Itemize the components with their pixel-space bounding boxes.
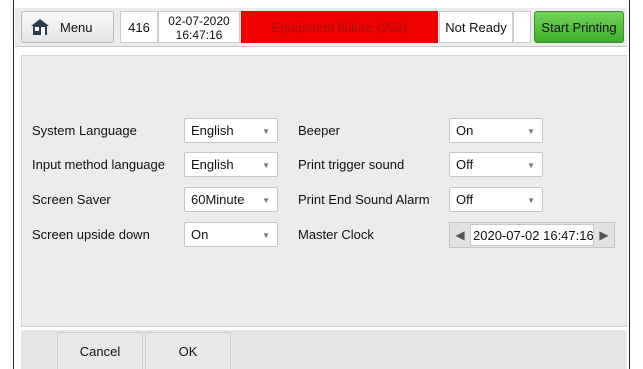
- master-clock-control: ◀ 2020-07-02 16:47:16 ▶: [449, 222, 615, 248]
- date-text: 02-07-2020: [168, 14, 230, 28]
- menu-button[interactable]: Menu: [21, 11, 114, 43]
- chevron-down-icon: ▼: [262, 127, 270, 136]
- beeper-label: Beeper: [298, 123, 340, 138]
- menu-label: Menu: [60, 19, 93, 35]
- system-language-value: English: [191, 123, 234, 138]
- arrow-right-icon[interactable]: ▶: [594, 223, 614, 247]
- print-trigger-sound-select[interactable]: Off ▼: [449, 152, 543, 177]
- ready-status: Not Ready: [439, 11, 513, 43]
- ok-button[interactable]: OK: [145, 332, 231, 369]
- screen-saver-value: 60Minute: [191, 192, 245, 207]
- cancel-button[interactable]: Cancel: [57, 332, 143, 369]
- print-trigger-sound-value: Off: [456, 157, 474, 172]
- datetime-display: 02-07-2020 16:47:16: [158, 11, 240, 43]
- beeper-value: On: [456, 123, 474, 138]
- chevron-down-icon: ▼: [262, 196, 270, 205]
- chevron-down-icon: ▼: [527, 161, 535, 170]
- chevron-down-icon: ▼: [527, 196, 535, 205]
- bottom-bar: Cancel OK: [21, 330, 627, 369]
- input-method-language-label: Input method language: [32, 157, 165, 172]
- top-toolbar: Menu 416 02-07-2020 16:47:16 Equipment f…: [15, 8, 627, 47]
- arrow-left-icon[interactable]: ◀: [450, 223, 470, 247]
- input-method-language-value: English: [191, 157, 234, 172]
- system-language-select[interactable]: English ▼: [184, 118, 278, 143]
- chevron-down-icon: ▼: [262, 231, 270, 240]
- print-trigger-sound-label: Print trigger sound: [298, 157, 405, 172]
- status-slot: [513, 11, 531, 43]
- home-icon: [30, 17, 50, 37]
- print-end-sound-alarm-select[interactable]: Off ▼: [449, 187, 543, 212]
- start-printing-button[interactable]: Start Printing: [534, 11, 624, 43]
- system-language-label: System Language: [32, 123, 137, 138]
- error-status-banner[interactable]: Equipment failure (202): [241, 11, 438, 43]
- chevron-down-icon: ▼: [527, 127, 535, 136]
- frame-border-right: [629, 0, 630, 369]
- input-method-language-select[interactable]: English ▼: [184, 152, 278, 177]
- print-end-sound-alarm-value: Off: [456, 192, 474, 207]
- beeper-select[interactable]: On ▼: [449, 118, 543, 143]
- master-clock-label: Master Clock: [298, 227, 374, 242]
- screen-saver-select[interactable]: 60Minute ▼: [184, 187, 278, 212]
- frame-border-left: [13, 0, 14, 369]
- master-clock-value[interactable]: 2020-07-02 16:47:16: [470, 224, 594, 246]
- screen-upside-down-label: Screen upside down: [32, 227, 150, 242]
- chevron-down-icon: ▼: [262, 161, 270, 170]
- print-counter: 416: [120, 11, 158, 43]
- screen-upside-down-value: On: [191, 227, 209, 242]
- print-end-sound-alarm-label: Print End Sound Alarm: [298, 192, 430, 207]
- screen-saver-label: Screen Saver: [32, 192, 111, 207]
- screen-upside-down-select[interactable]: On ▼: [184, 222, 278, 247]
- time-text: 16:47:16: [175, 28, 223, 42]
